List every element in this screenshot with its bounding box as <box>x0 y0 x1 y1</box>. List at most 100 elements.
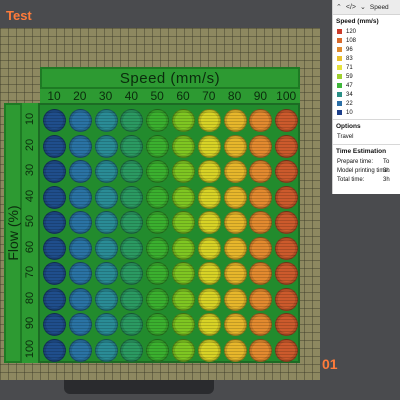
legend-swatch <box>337 29 342 34</box>
test-disc <box>275 109 299 132</box>
legend-row: 96 <box>333 45 400 54</box>
test-disc <box>249 134 273 158</box>
test-disc <box>146 287 170 311</box>
test-disc <box>146 236 170 260</box>
speed-tick-label: 50 <box>150 89 164 103</box>
test-disc <box>43 262 66 285</box>
test-disc <box>94 236 118 260</box>
flow-tick-label: 10 <box>24 112 36 126</box>
legend-value: 96 <box>346 46 353 53</box>
test-disc <box>249 313 273 336</box>
test-disc <box>249 160 273 183</box>
chevron-up-icon[interactable]: ⌃ <box>336 3 342 11</box>
flow-tick: 50 <box>22 209 38 233</box>
test-disc <box>223 236 247 260</box>
test-disc <box>172 262 195 285</box>
time-label: Prepare time: <box>337 158 374 165</box>
test-disc <box>172 134 195 158</box>
test-disc <box>43 313 66 336</box>
test-disc <box>223 338 247 362</box>
legend-swatch <box>337 110 342 115</box>
time-value: 3h <box>383 176 390 183</box>
test-disc <box>68 313 92 336</box>
flow-tick-label: 50 <box>24 214 36 228</box>
plate-number: 01 <box>322 356 338 372</box>
test-disc <box>146 134 170 158</box>
test-disc <box>223 287 247 311</box>
speed-axis-label: Speed (mm/s) <box>119 69 221 87</box>
test-disc <box>223 313 247 336</box>
legend-value: 59 <box>346 73 353 80</box>
test-disc <box>146 338 170 362</box>
flow-tick-label: 100 <box>24 339 37 358</box>
test-disc <box>94 211 118 234</box>
flow-tick: 100 <box>22 337 38 361</box>
legend-value: 83 <box>346 55 353 62</box>
test-disc <box>94 160 118 183</box>
test-disc <box>43 236 66 260</box>
test-disc <box>43 338 66 362</box>
test-disc <box>197 160 221 183</box>
test-disc-grid <box>38 103 300 363</box>
test-disc <box>223 185 247 209</box>
test-disc <box>146 185 170 209</box>
view-type-label[interactable]: Speed <box>370 4 389 11</box>
speed-tick-label: 100 <box>276 89 297 103</box>
time-label: Model printing time: <box>337 167 390 174</box>
legend-row: 10 <box>333 108 400 117</box>
code-icon[interactable]: </> <box>346 4 356 11</box>
chevron-down-icon[interactable]: ⌄ <box>360 3 366 11</box>
option-travel[interactable]: Travel <box>333 132 400 142</box>
legend-row: 108 <box>333 36 400 45</box>
test-disc <box>275 262 299 285</box>
legend-value: 10 <box>346 109 353 116</box>
test-disc <box>172 338 195 362</box>
time-row-prepare: Prepare time: To <box>333 157 400 166</box>
test-disc <box>223 134 247 158</box>
test-disc <box>68 160 92 183</box>
flow-tick: 60 <box>22 235 38 259</box>
test-disc <box>94 185 118 209</box>
speed-tick-label: 80 <box>227 89 242 103</box>
test-disc <box>197 134 221 158</box>
legend-swatch <box>337 56 342 61</box>
flow-axis-ticks: 10 20 30 40 50 60 70 80 90 100 <box>22 103 38 363</box>
legend-value: 120 <box>346 28 357 35</box>
legend-row: 83 <box>333 54 400 63</box>
test-disc <box>197 338 221 362</box>
legend-swatch <box>337 38 342 43</box>
test-disc <box>43 211 66 234</box>
test-disc <box>146 160 170 183</box>
test-disc <box>120 109 144 132</box>
test-disc <box>275 338 299 362</box>
test-disc <box>146 262 170 285</box>
flow-tick-label: 40 <box>24 189 36 202</box>
flow-tick-label: 80 <box>24 291 36 304</box>
test-disc <box>43 160 66 183</box>
flow-tick: 30 <box>22 158 38 182</box>
test-disc <box>120 185 144 209</box>
legend-panel-header[interactable]: ⌃ </> ⌄ Speed <box>333 0 400 15</box>
test-disc <box>223 160 247 183</box>
test-disc <box>172 287 195 311</box>
legend-value: 71 <box>346 64 353 71</box>
test-disc <box>120 160 144 183</box>
test-disc <box>275 287 299 311</box>
test-disc <box>146 313 170 336</box>
test-disc <box>197 262 221 285</box>
speed-legend: 120 108 96 83 71 59 47 34 22 10 <box>333 27 400 117</box>
legend-swatch <box>337 92 342 97</box>
test-disc <box>120 262 144 285</box>
speed-axis-ticks: 10 20 30 40 50 60 70 80 90 100 <box>40 89 300 103</box>
legend-row: 34 <box>333 90 400 99</box>
test-disc <box>249 287 273 311</box>
options-title: Options <box>336 123 361 130</box>
test-disc <box>172 160 195 183</box>
build-plate-base <box>64 380 214 394</box>
legend-swatch <box>337 74 342 79</box>
legend-row: 71 <box>333 63 400 72</box>
test-disc <box>94 338 118 362</box>
flow-tick-label: 60 <box>24 240 36 253</box>
test-disc <box>68 211 92 234</box>
flow-tick-label: 30 <box>24 163 36 177</box>
